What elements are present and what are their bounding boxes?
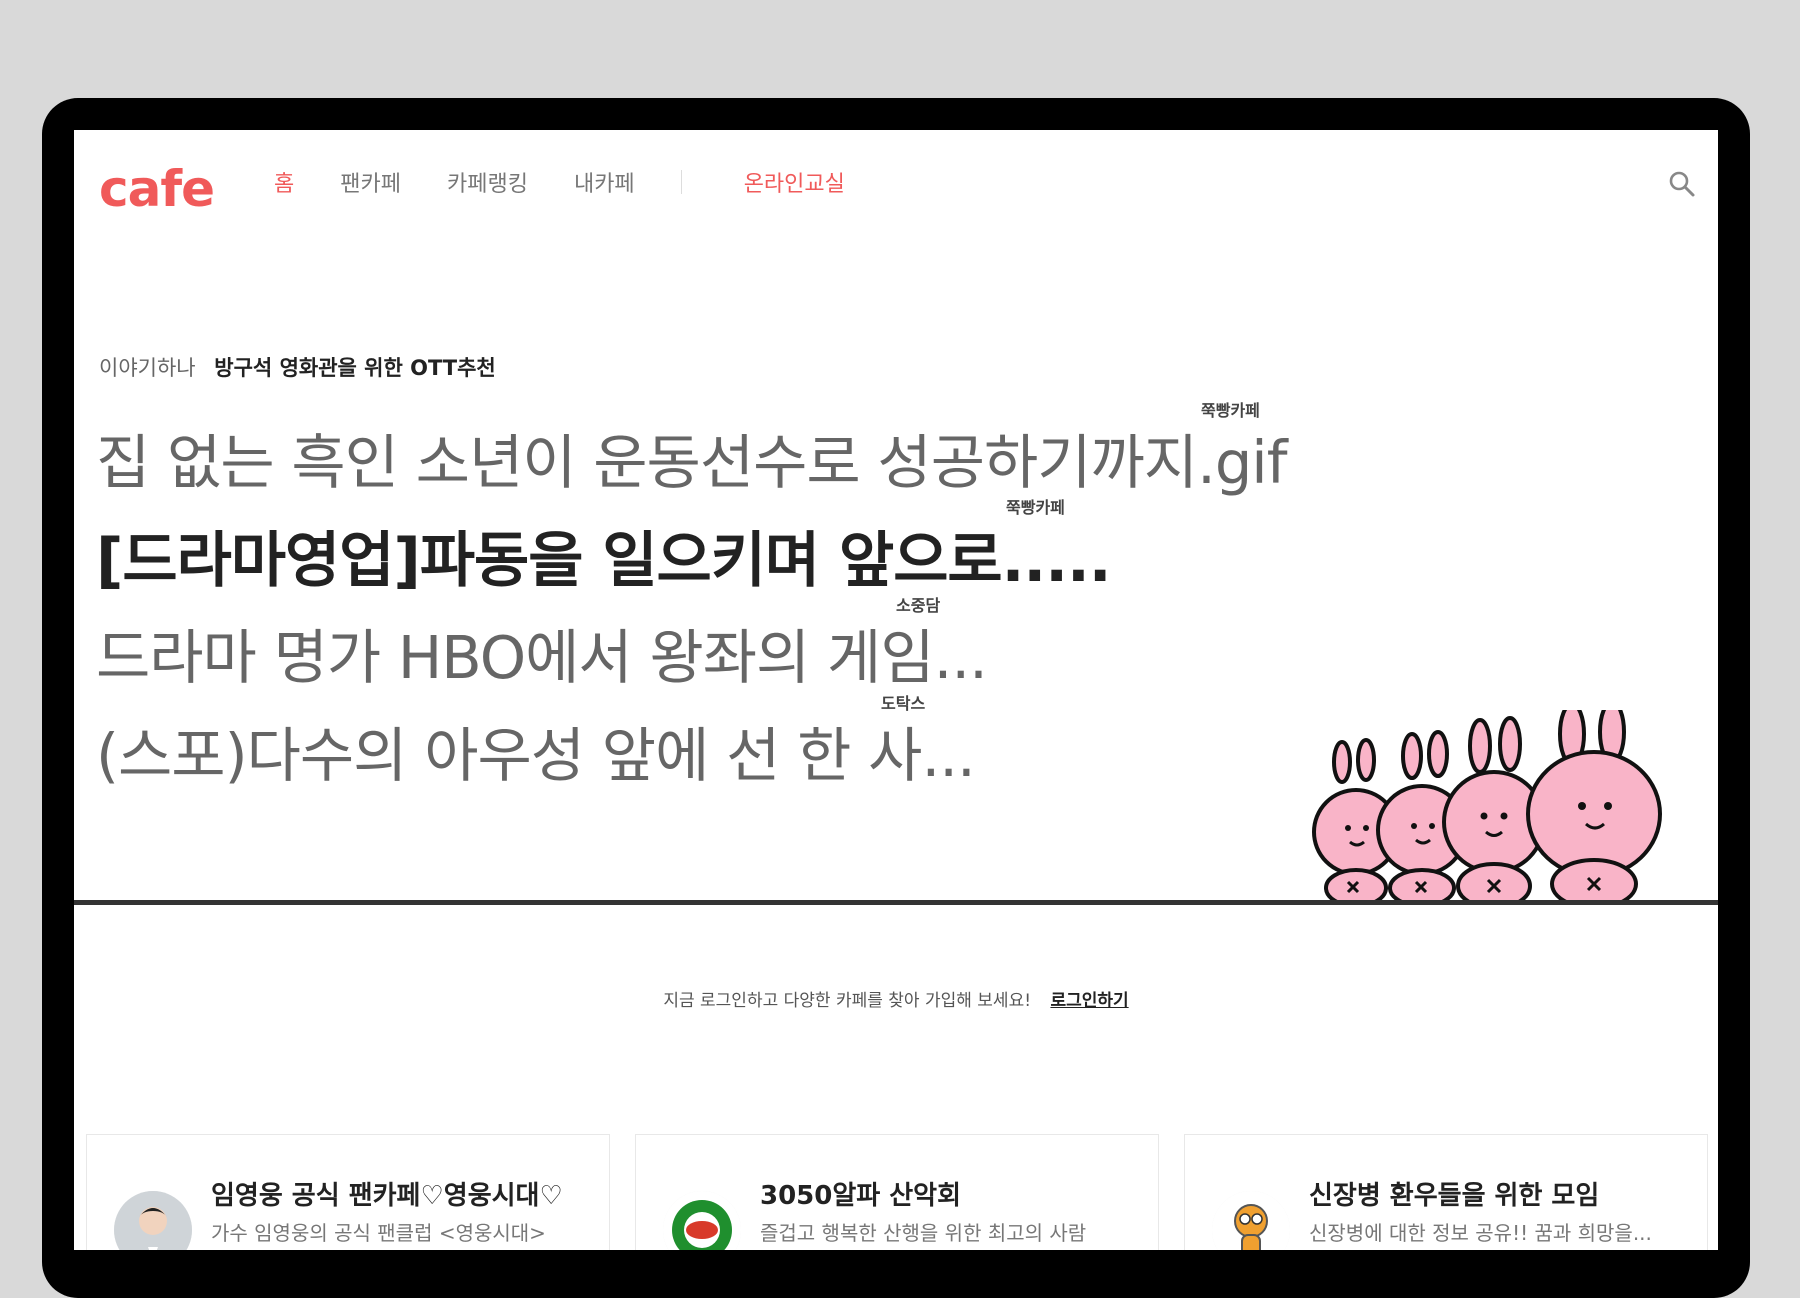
cafe-avatar (1212, 1191, 1290, 1250)
hero-topic[interactable]: 방구석 영화관을 위한 OTT추천 (214, 356, 495, 380)
headline-item[interactable]: [드라마영업]파동을 일으키며 앞으로..... 쭉빵카페 (96, 498, 1112, 599)
cafe-name: 임영웅 공식 팬카페♡영웅시대♡ (211, 1181, 563, 1211)
cafe-card[interactable]: 3050알파 산악회 즐겁고 행복한 산행을 위한 최고의 사람 (635, 1134, 1159, 1250)
cafe-avatar (663, 1191, 741, 1250)
headline-item[interactable]: (스포)다수의 아우성 앞에 선 한 사... 도탁스 (96, 694, 976, 793)
headline-title: (스포)다수의 아우성 앞에 선 한 사... (96, 721, 976, 790)
browser-screen: cafe 홈 팬카페 카페랭킹 내카페 온라인교실 이야기하나 방구석 영화관을… (74, 130, 1718, 1250)
headline-item[interactable]: 집 없는 흑인 소년이 운동선수로 성공하기까지.gif 쭉빵카페 (96, 401, 1287, 500)
login-notice: 지금 로그인하고 다양한 카페를 찾아 가입해 보세요! 로그인하기 (74, 986, 1718, 1011)
hero-category: 이야기하나 (99, 356, 196, 380)
rabbit-characters-illustration (1312, 710, 1662, 900)
cafe-description: 즐겁고 행복한 산행을 위한 최고의 사람 (760, 1221, 1087, 1245)
login-link[interactable]: 로그인하기 (1050, 991, 1128, 1011)
cafe-description: 가수 임영웅의 공식 팬클럽 <영웅시대> (211, 1221, 546, 1245)
cafe-name: 신장병 환우들을 위한 모임 (1309, 1181, 1600, 1211)
headline-title: 드라마 명가 HBO에서 왕좌의 게임... (96, 623, 988, 692)
main-nav: 홈 팬카페 카페랭킹 내카페 온라인교실 (274, 166, 891, 198)
headline-source: 쭉빵카페 (1201, 401, 1260, 420)
cafe-description: 신장병에 대한 정보 공유!! 꿈과 희망을... (1309, 1221, 1652, 1245)
hero-tag: 이야기하나 방구석 영화관을 위한 OTT추천 (99, 352, 496, 382)
nav-online-class[interactable]: 온라인교실 (744, 166, 845, 198)
nav-home[interactable]: 홈 (274, 166, 294, 198)
headline-title: [드라마영업]파동을 일으키며 앞으로..... (96, 526, 1112, 596)
headline-source: 쭉빵카페 (1006, 498, 1065, 517)
headline-source: 도탁스 (881, 694, 926, 713)
nav-my-cafe[interactable]: 내카페 (574, 166, 635, 198)
cafe-card[interactable]: 신장병 환우들을 위한 모임 신장병에 대한 정보 공유!! 꿈과 희망을... (1184, 1134, 1708, 1250)
cafe-name: 3050알파 산악회 (760, 1181, 962, 1211)
nav-divider (680, 170, 682, 194)
cafe-avatar (114, 1191, 192, 1250)
headline-source: 소중담 (896, 596, 941, 615)
nav-fancafe[interactable]: 팬카페 (340, 166, 401, 198)
search-icon[interactable] (1668, 170, 1696, 198)
headline-title: 집 없는 흑인 소년이 운동선수로 성공하기까지.gif (96, 428, 1287, 497)
login-notice-text: 지금 로그인하고 다양한 카페를 찾아 가입해 보세요! (663, 991, 1032, 1011)
hero-divider (74, 900, 1718, 905)
nav-cafe-ranking[interactable]: 카페랭킹 (447, 166, 528, 198)
cafe-card[interactable]: 임영웅 공식 팬카페♡영웅시대♡ 가수 임영웅의 공식 팬클럽 <영웅시대> (86, 1134, 610, 1250)
headline-item[interactable]: 드라마 명가 HBO에서 왕좌의 게임... 소중담 (96, 596, 988, 695)
cafe-logo[interactable]: cafe (99, 160, 215, 218)
